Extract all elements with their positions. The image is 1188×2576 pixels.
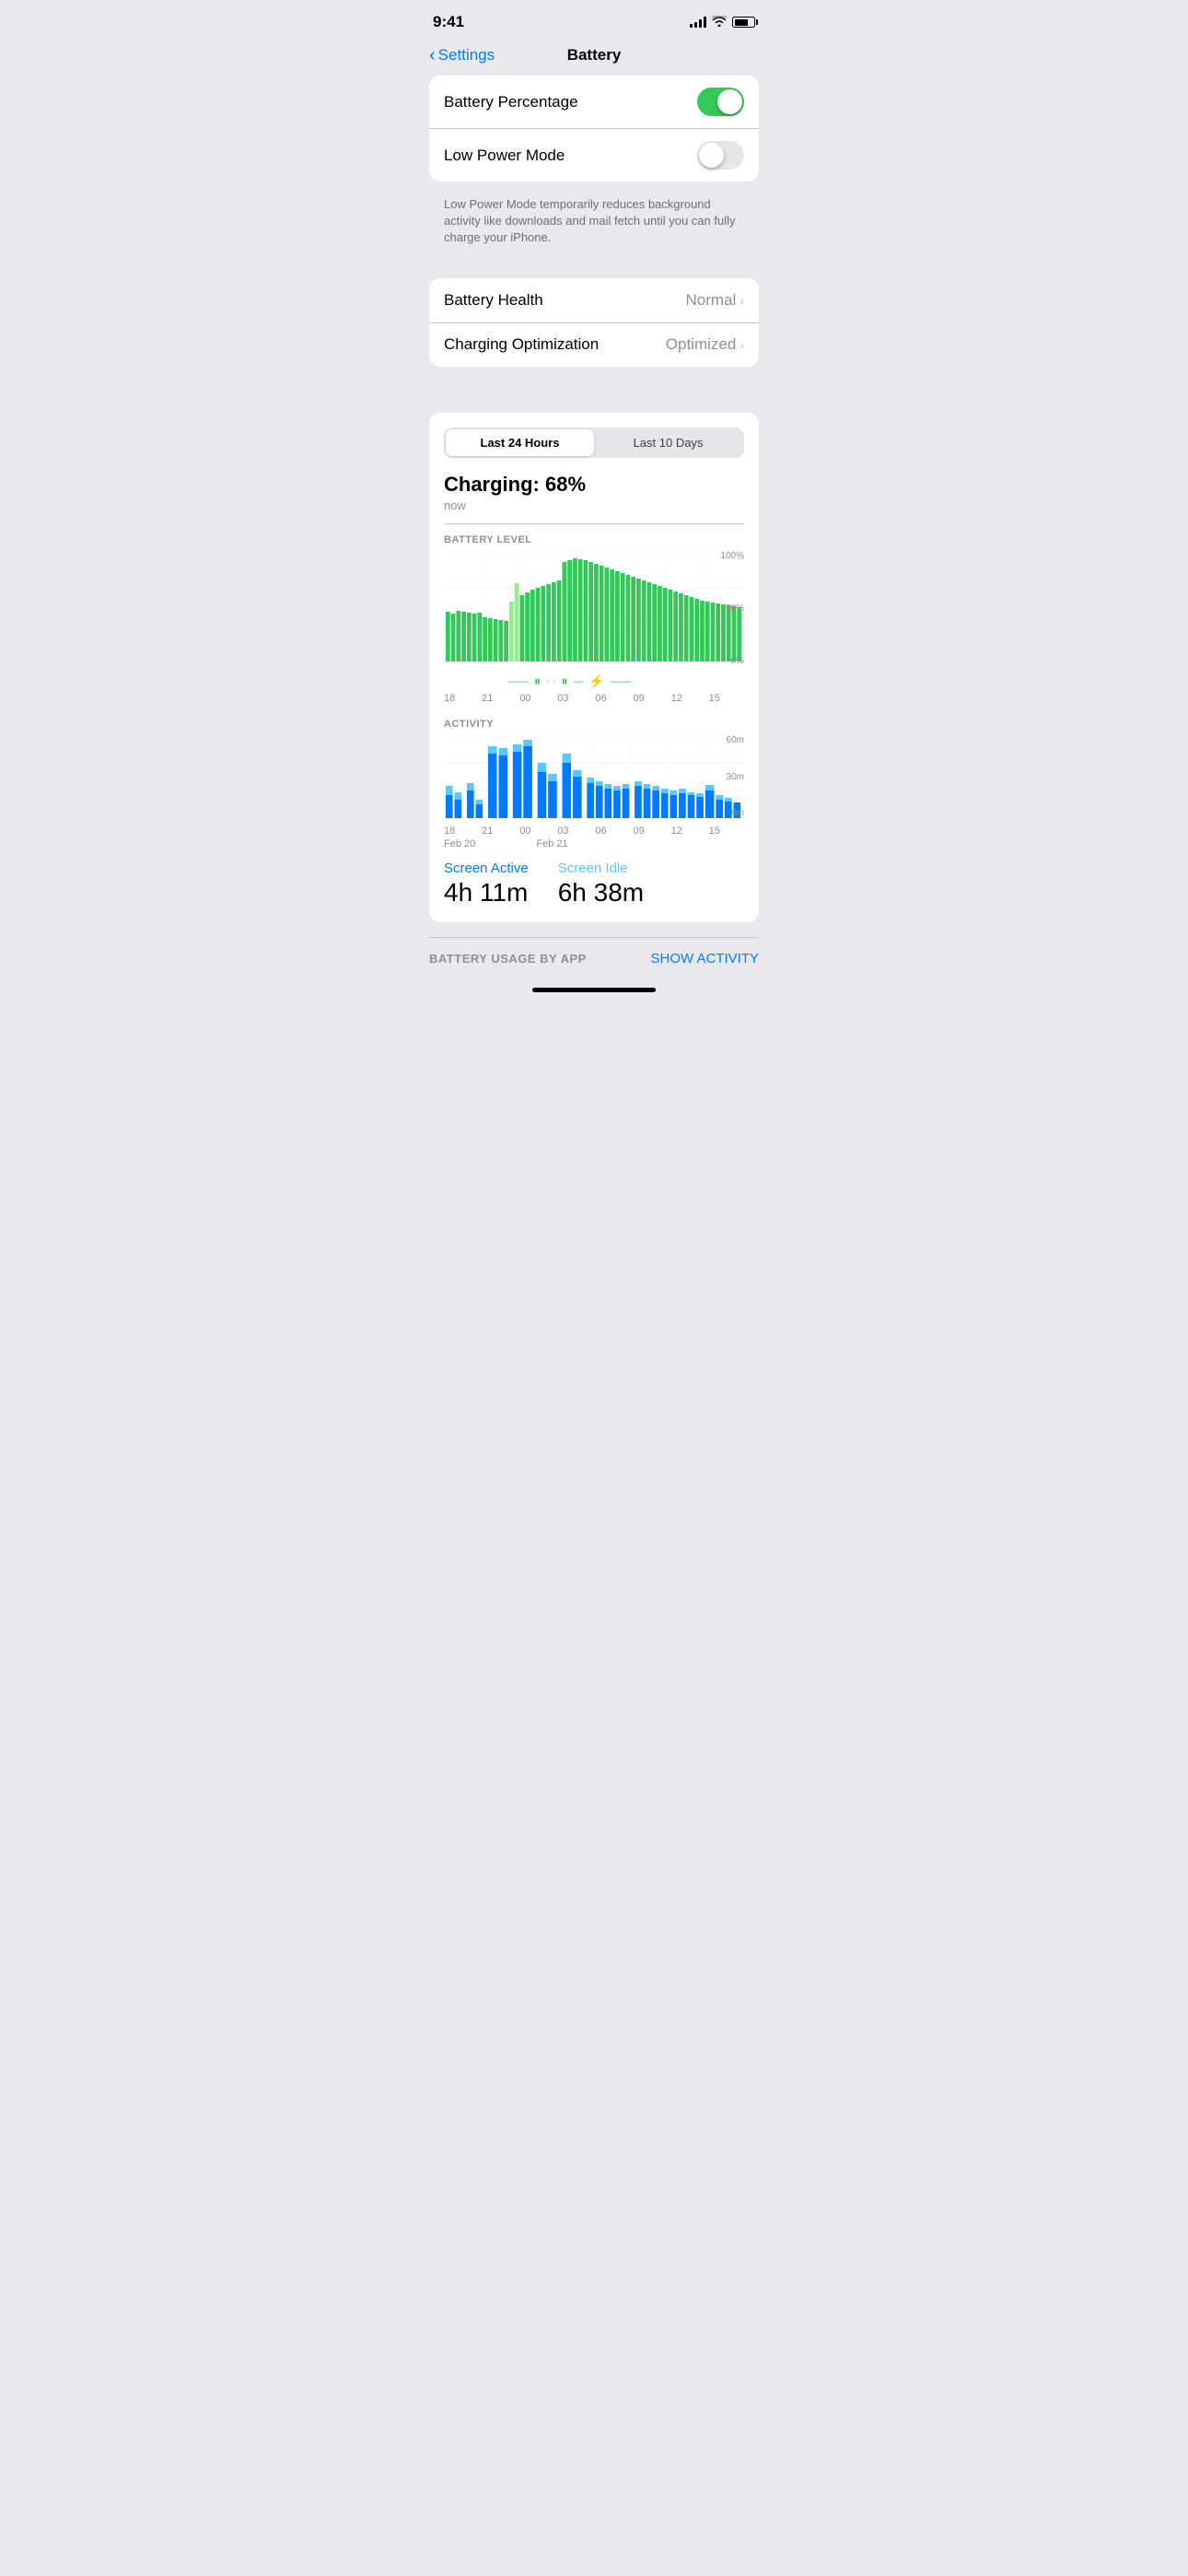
screen-active-label: Screen Active xyxy=(444,861,529,876)
tab-last-10-days[interactable]: Last 10 Days xyxy=(594,429,742,456)
chevron-right-icon-2: › xyxy=(740,337,744,352)
chevron-right-icon: › xyxy=(740,293,744,308)
status-bar: 9:41 xyxy=(414,0,774,39)
battery-level-chart xyxy=(444,551,744,662)
dash-icon: · · xyxy=(546,676,555,687)
divider-1 xyxy=(444,523,744,524)
charging-line-icon: —— xyxy=(508,676,529,687)
lightning-icon: ⚡ xyxy=(588,673,604,689)
show-activity-button[interactable]: SHOW ACTIVITY xyxy=(650,951,759,966)
home-indicator xyxy=(532,988,656,992)
screen-idle-stat: Screen Idle 6h 38m xyxy=(558,861,644,907)
screen-active-stat: Screen Active 4h 11m xyxy=(444,861,529,907)
pause-icon: ⏸ xyxy=(534,673,541,689)
activity-stats: Screen Active 4h 11m Screen Idle 6h 38m xyxy=(444,861,744,907)
battery-percentage-label: Battery Percentage xyxy=(444,93,578,111)
nav-bar: ‹ Settings Battery xyxy=(414,39,774,76)
toggle-thumb xyxy=(717,89,742,114)
battery-icon xyxy=(732,17,755,28)
screen-idle-value: 6h 38m xyxy=(558,878,644,907)
page-title: Battery xyxy=(567,46,622,64)
activity-chart xyxy=(444,735,744,818)
x-axis-dates: Feb 20 Feb 21 xyxy=(444,838,744,849)
screen-active-value: 4h 11m xyxy=(444,878,529,907)
dash-icon-2: — xyxy=(573,676,583,687)
charging-subtitle: now xyxy=(444,498,744,512)
tab-last-24-hours[interactable]: Last 24 Hours xyxy=(446,429,594,456)
battery-level-label: BATTERY LEVEL xyxy=(444,534,744,545)
status-time: 9:41 xyxy=(433,13,464,31)
x-axis-activity: 18 21 00 03 06 09 12 15 xyxy=(444,825,744,837)
pause-icon-2: ⏸ xyxy=(561,673,567,689)
status-icons xyxy=(690,15,755,29)
battery-usage-section: BATTERY USAGE BY APP SHOW ACTIVITY xyxy=(429,937,759,979)
charging-optimization-value: Optimized › xyxy=(666,335,744,354)
segment-control: Last 24 Hours Last 10 Days xyxy=(444,427,744,458)
battery-percentage-toggle[interactable] xyxy=(697,88,744,116)
battery-settings-card: Battery Percentage Low Power Mode xyxy=(429,76,759,181)
wifi-icon xyxy=(712,15,727,29)
battery-health-row[interactable]: Battery Health Normal › xyxy=(429,278,759,322)
battery-health-value: Normal › xyxy=(686,291,744,310)
charging-optimization-label: Charging Optimization xyxy=(444,335,599,354)
battery-health-card: Battery Health Normal › Charging Optimiz… xyxy=(429,278,759,367)
low-power-mode-row[interactable]: Low Power Mode xyxy=(429,128,759,181)
battery-percentage-row[interactable]: Battery Percentage xyxy=(429,76,759,128)
low-power-mode-toggle[interactable] xyxy=(697,141,744,170)
battery-usage-label: BATTERY USAGE BY APP xyxy=(429,952,587,966)
charging-icons-row: —— ⏸ · · ⏸ — ⚡ —— xyxy=(444,673,744,689)
x-axis-battery: 18 21 00 03 06 09 12 15 xyxy=(444,693,744,704)
battery-chart-container: 100% 50% 0% xyxy=(444,551,744,666)
screen-idle-label: Screen Idle xyxy=(558,861,644,876)
back-label: Settings xyxy=(438,46,495,64)
home-indicator-area xyxy=(414,979,774,1007)
activity-chart-container: 60m 30m 0m xyxy=(444,735,744,818)
charging-optimization-row[interactable]: Charging Optimization Optimized › xyxy=(429,322,759,367)
back-button[interactable]: ‹ Settings xyxy=(429,45,495,66)
low-power-mode-description: Low Power Mode temporarily reduces backg… xyxy=(429,191,759,260)
battery-health-label: Battery Health xyxy=(444,291,543,310)
low-power-mode-label: Low Power Mode xyxy=(444,146,565,165)
toggle-thumb-2 xyxy=(699,143,724,168)
signal-bars-icon xyxy=(690,17,706,28)
back-chevron-icon: ‹ xyxy=(429,45,436,66)
activity-label: ACTIVITY xyxy=(444,719,744,730)
battery-stats-card: Last 24 Hours Last 10 Days Charging: 68%… xyxy=(429,413,759,923)
charging-title: Charging: 68% xyxy=(444,473,744,497)
trail-line-icon: —— xyxy=(611,676,631,687)
